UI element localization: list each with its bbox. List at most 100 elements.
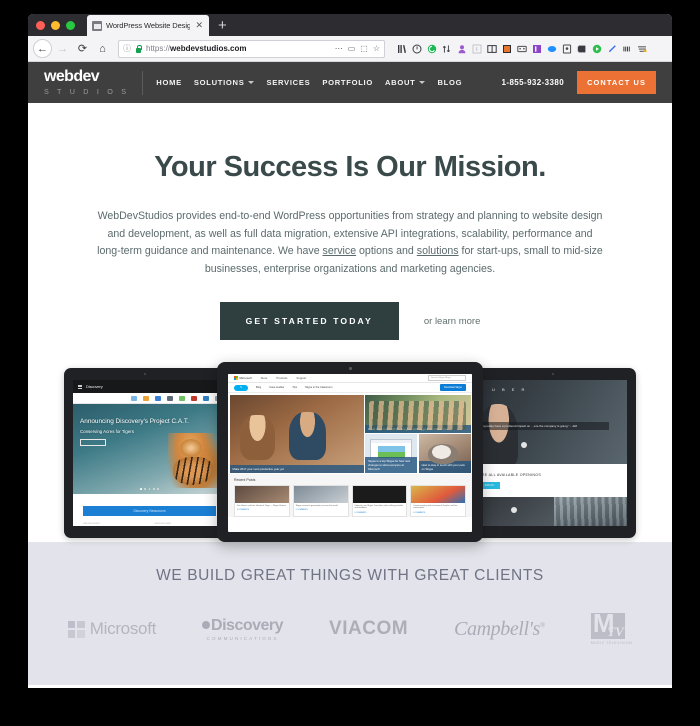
skype-nav-case-studies[interactable]: Case studies xyxy=(269,386,284,389)
camera-dot-icon xyxy=(349,367,352,370)
download-skype-button[interactable]: Download Skype xyxy=(440,384,466,391)
reload-icon[interactable]: ⟳ xyxy=(73,39,92,58)
carousel-dots[interactable] xyxy=(73,488,226,490)
sort-icon[interactable] xyxy=(442,44,452,54)
discovery-hero: Announcing Discovery's Project C.A.T. Co… xyxy=(73,404,226,494)
new-tab-button[interactable]: + xyxy=(218,18,227,36)
grid-icon[interactable] xyxy=(517,44,527,54)
bars-icon[interactable] xyxy=(622,44,632,54)
reader-mode-icon[interactable]: ▭ xyxy=(348,44,356,53)
post-card[interactable]: Skype connects generations across the wo… xyxy=(292,485,349,517)
post-thumbnail xyxy=(352,486,407,503)
campbells-logo: Campbell's® xyxy=(454,618,545,641)
skype-subnav: S Blog Case studies Tips Skype in the Cl… xyxy=(228,383,472,393)
discovery-column-2: GROUPS FLEET Discovery Communications xyxy=(155,523,217,526)
home-icon[interactable]: ⌂ xyxy=(93,39,112,58)
ms-tile-4[interactable]: How to stay in touch with your pets on S… xyxy=(418,434,471,473)
nav-item-blog[interactable]: BLOG xyxy=(437,78,462,87)
ms-search-input[interactable]: Search Skype Blogs xyxy=(428,375,466,381)
play-button-icon[interactable] xyxy=(521,442,527,448)
nav-item-home[interactable]: HOME xyxy=(156,78,182,87)
device-left-tablet: Discovery Announcing Discovery's Project… xyxy=(64,368,226,538)
learn-more-link[interactable]: or learn more xyxy=(424,316,481,327)
user-icon[interactable] xyxy=(457,44,467,54)
post-card[interactable]: Life: Basics with the Hands of Dogs — Sk… xyxy=(234,485,290,517)
close-tab-icon[interactable]: ✕ xyxy=(194,21,204,30)
lock-badge-icon[interactable] xyxy=(562,44,572,54)
nav-label: SOLUTIONS xyxy=(193,78,245,87)
ms-menu-products[interactable]: Products xyxy=(276,376,287,380)
ms-tile-2[interactable]: Great ways to kick off the new year with… xyxy=(365,394,471,433)
ms-tile-3[interactable]: Skype is a top Skype for how new changes… xyxy=(365,434,418,473)
maximize-window-button[interactable] xyxy=(66,20,75,30)
device-center-laptop: Microsoft Store Products Support Search … xyxy=(217,362,483,542)
hamburger-menu-icon[interactable] xyxy=(78,384,82,389)
service-link[interactable]: service xyxy=(323,245,357,257)
ms-tile-4-caption: How to stay in touch with your pets on S… xyxy=(418,460,471,473)
skype-nav-tips[interactable]: Tips xyxy=(292,386,297,389)
microsoft-squares-icon xyxy=(67,620,85,638)
browser-tab[interactable]: WordPress Website Design and ✕ xyxy=(87,15,209,36)
bookmark-star-icon[interactable]: ☆ xyxy=(373,44,380,53)
address-bar[interactable]: ⓘ https://webdevstudios.com ⋯ ▭ ⬚ ☆ xyxy=(118,39,385,58)
pen-icon[interactable] xyxy=(607,44,617,54)
brand-icon-1 xyxy=(131,395,137,401)
post-card[interactable]: Create meeting with homework Graphic and… xyxy=(410,485,466,517)
contact-us-button[interactable]: CONTACT US xyxy=(577,71,656,94)
nav-label: PORTFOLIO xyxy=(322,78,373,87)
minimize-window-button[interactable] xyxy=(51,20,60,30)
microsoft-logo[interactable]: Microsoft xyxy=(234,376,252,380)
split-view-icon[interactable] xyxy=(487,44,497,54)
post-thumbnail xyxy=(411,486,465,503)
clock-icon[interactable] xyxy=(412,44,422,54)
discovery-column-1: GROUPS FLEET Discovery Communications xyxy=(83,523,145,526)
dark-square-icon[interactable] xyxy=(577,44,587,54)
site-logo[interactable]: webdev S T U D I O S xyxy=(44,68,129,96)
post-card[interactable]: Video for use Skype Translator when call… xyxy=(351,485,408,517)
menu-alert-icon[interactable] xyxy=(637,44,647,54)
uber-section-heading: …RE ALL AVAILABLE OPENINGS xyxy=(478,473,542,477)
discovery-newsroom-banner[interactable]: Discovery Newsroom xyxy=(83,506,216,516)
ms-tile-1[interactable]: Make 2017 your most productive year yet xyxy=(229,394,364,473)
recent-posts-list: Life: Basics with the Hands of Dogs — Sk… xyxy=(234,485,466,517)
uber-city-photo xyxy=(553,497,627,526)
phone-number[interactable]: 1-855-932-3380 xyxy=(502,78,565,87)
discovery-columns: GROUPS FLEET Discovery Communications GR… xyxy=(73,516,226,526)
page-actions-icon[interactable]: ⋯ xyxy=(335,44,343,53)
play-circle-icon[interactable] xyxy=(592,44,602,54)
library-icon[interactable] xyxy=(397,44,407,54)
ms-featured-grid: Make 2017 your most productive year yet … xyxy=(228,393,472,474)
play-button-icon[interactable] xyxy=(510,507,517,513)
site-info-icon[interactable]: ⓘ xyxy=(123,43,131,54)
skype-nav-classroom[interactable]: Skype in the Classroom xyxy=(305,386,332,389)
discovery-cta-button[interactable] xyxy=(80,438,106,446)
nav-item-solutions[interactable]: SOLUTIONS xyxy=(194,78,255,87)
get-started-button[interactable]: GET STARTED TODAY xyxy=(219,302,399,340)
nav-item-portfolio[interactable]: PORTFOLIO xyxy=(322,78,373,87)
ms-menu-store[interactable]: Store xyxy=(261,376,268,380)
post-thumbnail xyxy=(293,486,348,503)
skype-logo[interactable]: S xyxy=(234,384,248,391)
logo-wordmark: webdev xyxy=(44,68,100,86)
nav-item-services[interactable]: SERVICES xyxy=(266,78,310,87)
save-to-pocket-icon[interactable]: ⬚ xyxy=(360,44,368,53)
forward-icon[interactable]: → xyxy=(53,39,72,58)
orange-square-icon[interactable] xyxy=(502,44,512,54)
close-window-button[interactable] xyxy=(36,20,45,30)
brand-icon-5 xyxy=(179,395,185,401)
purple-square-icon[interactable] xyxy=(532,44,542,54)
ms-tile-column: Great ways to kick off the new year with… xyxy=(365,394,471,473)
green-circle-icon[interactable] xyxy=(427,44,437,54)
browser-window: WordPress Website Design and ✕ + ← → ⟳ ⌂… xyxy=(28,14,672,688)
window-controls xyxy=(36,14,87,36)
ms-menu-support[interactable]: Support xyxy=(296,376,306,380)
tiger-photo xyxy=(168,433,222,488)
nav-item-about[interactable]: ABOUT xyxy=(385,78,426,87)
skype-nav-blog[interactable]: Blog xyxy=(256,386,261,389)
back-icon[interactable]: ← xyxy=(33,39,52,58)
ms-search-placeholder: Search Skype Blogs xyxy=(431,377,451,379)
gray-square-icon[interactable] xyxy=(472,44,482,54)
solutions-link[interactable]: solutions xyxy=(417,245,459,257)
clients-section: WE BUILD GREAT THINGS WITH GREAT CLIENTS… xyxy=(28,542,672,685)
blue-oval-icon[interactable] xyxy=(547,44,557,54)
